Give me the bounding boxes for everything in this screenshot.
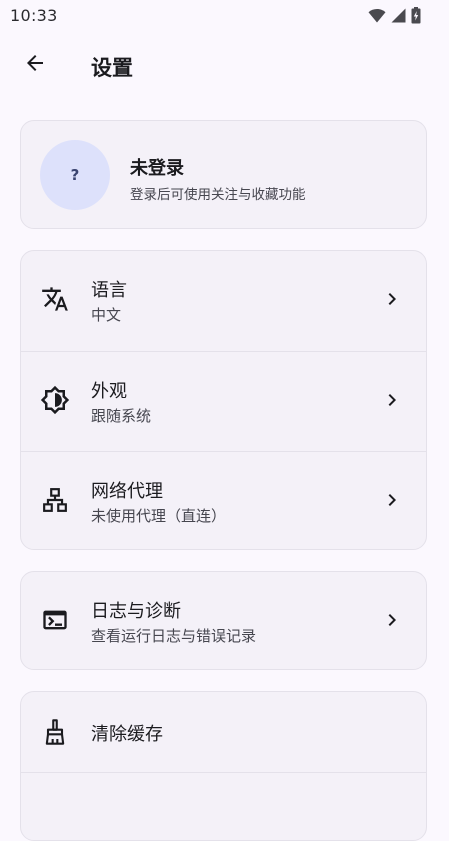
chevron-right-icon bbox=[380, 608, 404, 632]
page-title: 设置 bbox=[91, 56, 133, 80]
settings-item-title: 网络代理 bbox=[91, 481, 163, 502]
settings-item-title: 日志与诊断 bbox=[91, 601, 181, 622]
status-bar: 10:33 bbox=[0, 0, 449, 32]
avatar: ? bbox=[40, 140, 110, 210]
settings-group-storage: 清除缓存 bbox=[20, 691, 427, 841]
settings-item-subtitle: 中文 bbox=[91, 306, 122, 324]
chevron-right-icon bbox=[380, 287, 404, 311]
settings-item-title: 清除缓存 bbox=[91, 724, 163, 745]
brightness-auto-icon bbox=[40, 385, 70, 415]
translate-icon bbox=[40, 284, 70, 314]
settings-item-subtitle: 未使用代理（直连） bbox=[91, 507, 227, 525]
arrow-back-icon bbox=[23, 51, 47, 79]
settings-item-language[interactable]: 语言 中文 bbox=[21, 251, 426, 351]
settings-item-next[interactable] bbox=[21, 772, 426, 840]
settings-item-clear-cache[interactable]: 清除缓存 bbox=[21, 692, 426, 772]
settings-item-title: 外观 bbox=[91, 381, 127, 402]
settings-item-subtitle: 跟随系统 bbox=[91, 407, 152, 425]
settings-item-title: 语言 bbox=[91, 280, 127, 301]
broom-icon bbox=[40, 717, 70, 747]
terminal-icon bbox=[40, 605, 70, 635]
status-time: 10:33 bbox=[10, 6, 58, 25]
cellular-signal-icon bbox=[391, 8, 406, 27]
chevron-right-icon bbox=[380, 388, 404, 412]
settings-item-appearance[interactable]: 外观 跟随系统 bbox=[21, 351, 426, 451]
account-name: 未登录 bbox=[130, 158, 184, 179]
app-bar: 设置 bbox=[0, 32, 449, 102]
settings-item-network-proxy[interactable]: 网络代理 未使用代理（直连） bbox=[21, 451, 426, 549]
network-icon bbox=[40, 485, 70, 515]
status-icons bbox=[368, 7, 421, 28]
account-card[interactable]: ? 未登录 登录后可使用关注与收藏功能 bbox=[20, 120, 427, 229]
account-description: 登录后可使用关注与收藏功能 bbox=[130, 187, 306, 203]
back-button[interactable] bbox=[14, 44, 56, 86]
wifi-icon bbox=[368, 8, 386, 27]
chevron-right-icon bbox=[380, 488, 404, 512]
settings-item-logs[interactable]: 日志与诊断 查看运行日志与错误记录 bbox=[21, 572, 426, 669]
battery-charging-icon bbox=[411, 7, 421, 28]
settings-group-diagnostics: 日志与诊断 查看运行日志与错误记录 bbox=[20, 571, 427, 670]
settings-item-subtitle: 查看运行日志与错误记录 bbox=[91, 627, 257, 645]
settings-group-general: 语言 中文 外观 跟随系统 网络代理 未使用代理（直连） bbox=[20, 250, 427, 550]
